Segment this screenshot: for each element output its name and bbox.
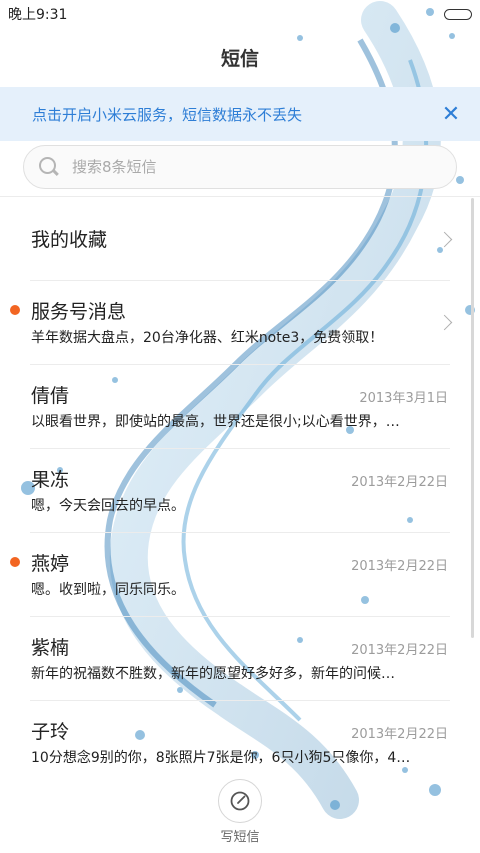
compose-button[interactable] — [218, 779, 262, 823]
compose-icon — [230, 791, 250, 811]
conversation-date: 2013年2月22日 — [351, 559, 448, 574]
page-title-bar: 短信 — [0, 28, 480, 86]
list-item-favorites[interactable]: 我的收藏 — [0, 197, 480, 281]
status-bar: 晚上9:31 — [0, 0, 480, 28]
list-item[interactable]: 子玲 2013年2月22日 10分想念9别的你，8张照片7张是你，6只小狗5只像… — [0, 701, 480, 785]
conversation-preview: 嗯。收到啦，同乐同乐。 — [31, 582, 185, 598]
unread-dot-icon — [10, 305, 20, 315]
conversation-name: 果冻 — [31, 469, 70, 491]
compose-label[interactable]: 写短信 — [0, 826, 480, 845]
banner-text[interactable]: 点击开启小米云服务，短信数据永不丢失 — [32, 104, 438, 125]
battery-icon — [444, 8, 472, 20]
conversation-name: 子玲 — [31, 721, 70, 743]
list-item[interactable]: 倩倩 2013年3月1日 以眼看世界，即使站的最高，世界还是很小;以心看世界，… — [0, 365, 480, 449]
scrollbar[interactable] — [471, 198, 474, 638]
cloud-service-banner[interactable]: 点击开启小米云服务，短信数据永不丢失 ✕ — [0, 87, 480, 141]
search-bar[interactable] — [23, 145, 457, 189]
list-item[interactable]: 紫楠 2013年2月22日 新年的祝福数不胜数，新年的愿望好多好多，新年的问候… — [0, 617, 480, 701]
conversation-name: 倩倩 — [31, 385, 70, 407]
conversation-preview: 以眼看世界，即使站的最高，世界还是很小;以心看世界，… — [31, 414, 400, 430]
conversation-preview: 羊年数据大盘点，20台净化器、红米note3，免费领取！ — [31, 330, 384, 346]
conversation-preview: 10分想念9别的你，8张照片7张是你，6只小狗5只像你，4… — [31, 750, 411, 766]
search-icon — [38, 156, 60, 178]
page-title: 短信 — [220, 47, 259, 70]
conversation-name: 紫楠 — [31, 637, 70, 659]
list-item[interactable]: 果冻 2013年2月22日 嗯，今天会回去的早点。 — [0, 449, 480, 533]
conversation-date: 2013年2月22日 — [351, 475, 448, 490]
conversation-date: 2013年2月22日 — [351, 643, 448, 658]
search-input[interactable] — [70, 157, 414, 177]
list-item[interactable]: 燕婷 2013年2月22日 嗯。收到啦，同乐同乐。 — [0, 533, 480, 617]
conversation-preview: 嗯，今天会回去的早点。 — [31, 498, 185, 514]
status-time: 晚上9:31 — [8, 7, 68, 23]
conversation-date: 2013年3月1日 — [359, 391, 448, 406]
conversation-preview: 新年的祝福数不胜数，新年的愿望好多好多，新年的问候… — [31, 666, 395, 682]
close-icon[interactable]: ✕ — [438, 101, 464, 127]
chevron-right-icon — [436, 231, 453, 248]
conversation-name: 燕婷 — [31, 553, 70, 575]
unread-dot-icon — [10, 557, 20, 567]
conversation-date: 2013年2月22日 — [351, 727, 448, 742]
conversation-name: 我的收藏 — [31, 229, 108, 251]
list-item-service-messages[interactable]: 服务号消息 羊年数据大盘点，20台净化器、红米note3，免费领取！ — [0, 281, 480, 365]
conversation-name: 服务号消息 — [31, 301, 127, 323]
